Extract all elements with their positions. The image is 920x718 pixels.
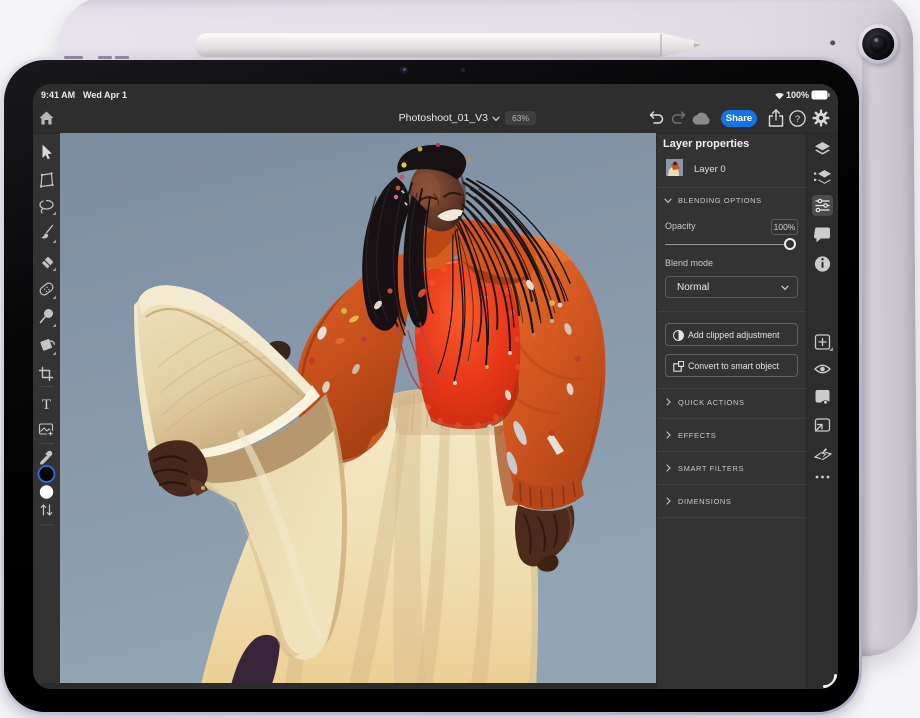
svg-text:T: T	[42, 397, 51, 413]
svg-text:?: ?	[795, 114, 800, 125]
